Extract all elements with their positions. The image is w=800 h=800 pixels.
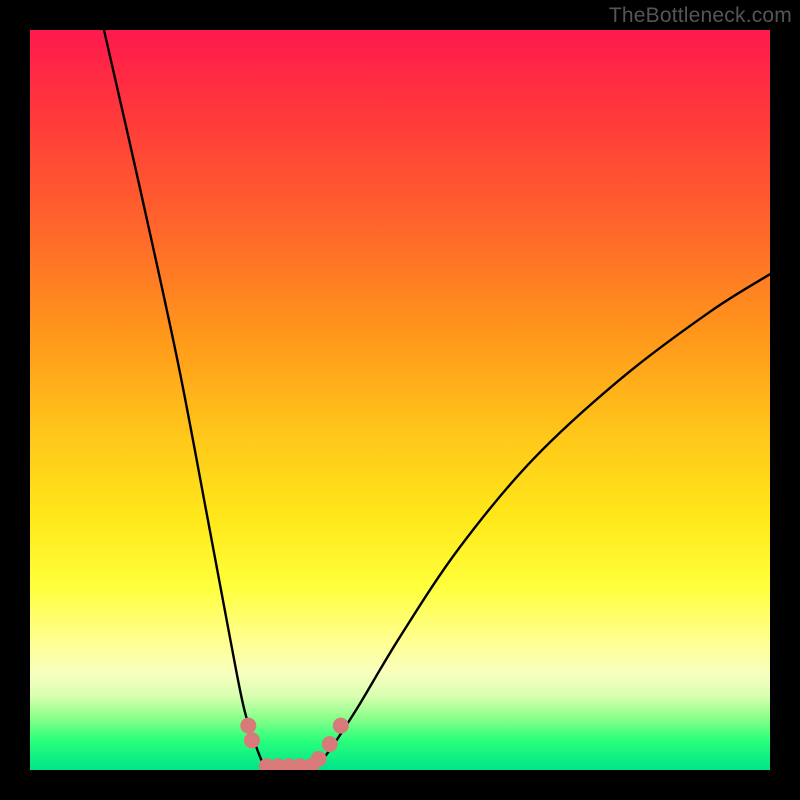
bottleneck-curve: [104, 30, 770, 770]
dip-markers: [240, 718, 348, 770]
marker-dot: [240, 718, 256, 734]
marker-dot: [311, 751, 327, 767]
marker-dot: [322, 736, 338, 752]
marker-dot: [333, 718, 349, 734]
marker-dot: [244, 732, 260, 748]
curve-left-path: [104, 30, 267, 770]
curve-right-path: [311, 274, 770, 770]
watermark-text: TheBottleneck.com: [609, 4, 792, 28]
plot-area: [30, 30, 770, 770]
curve-svg: [30, 30, 770, 770]
chart-frame: TheBottleneck.com: [0, 0, 800, 800]
